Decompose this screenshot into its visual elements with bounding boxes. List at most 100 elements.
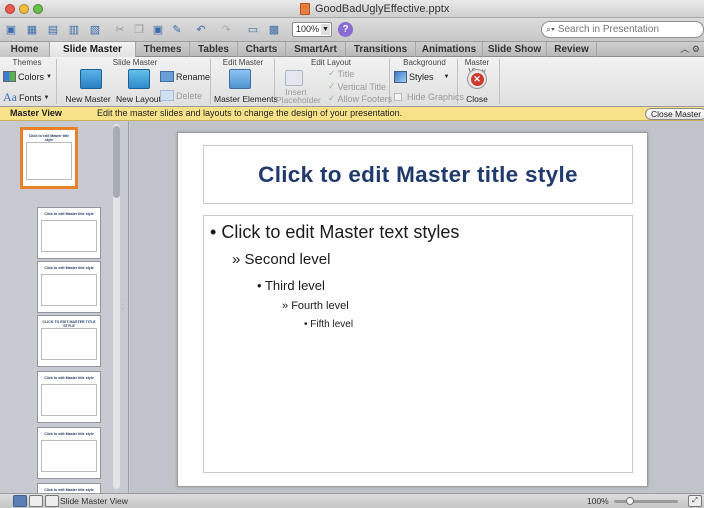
thumbnail-title: Click to edit Master title style [44,488,94,492]
search-input[interactable] [557,24,688,35]
text-level-3-label: Third level [264,278,325,293]
title-checkbox-label: Title [337,68,355,79]
scrollbar-thumb[interactable] [113,126,120,198]
master-title-text: Click to edit Master title style [258,161,578,187]
zoom-select[interactable]: 100% ▼ [292,22,332,37]
text-level-2: » Second level [232,251,330,268]
pptx-file-icon [300,3,310,15]
zoom-slider[interactable] [614,497,678,505]
open-folder-icon[interactable]: ▤ [45,21,61,37]
bullet-dot-icon: • [304,319,308,330]
vertical-title-label: Vertical Title [337,81,387,92]
save-icon[interactable]: ▥ [66,21,82,37]
ribbon-collapse-icon[interactable]: ︿ ⚙ [680,42,700,57]
paste-icon[interactable]: ▣ [150,21,166,37]
status-bar: Slide Master View 100% ⤢ [0,493,704,508]
text-level-4-label: Fourth level [291,300,349,312]
delete-icon [160,90,174,101]
new-master-button[interactable]: New Master [59,94,117,104]
tab-themes[interactable]: Themes [136,42,190,57]
pane-resize-handle[interactable]: · · · [122,299,125,313]
tab-review[interactable]: Review [547,42,597,57]
cut-icon[interactable]: ✂ [112,21,128,37]
tab-tables[interactable]: Tables [190,42,238,57]
group-background-label: Background [403,58,446,67]
text-level-2-label: Second level [244,251,331,268]
slide-show-view-icon[interactable] [45,495,59,507]
chevron-down-icon: ▼ [321,24,330,35]
tab-smartart[interactable]: SmartArt [286,42,346,57]
layout-thumbnail[interactable]: Click to edit Master title style [37,261,101,313]
template-gallery-icon[interactable]: ▦ [24,21,40,37]
thumbnail-title: Click to edit Master title style [44,266,94,270]
layout-thumbnail[interactable]: CLICK TO EDIT MASTER TITLE STYLE [37,315,101,367]
allow-footers-checkbox[interactable]: ✓ Allow Footers [328,93,392,104]
master-elements-icon[interactable] [229,69,251,89]
text-level-1-label: Click to edit Master text styles [221,222,460,242]
document-title: GoodBadUglyEffective.pptx [300,2,449,16]
help-icon[interactable]: ? [338,22,353,37]
fit-to-window-icon[interactable]: ⤢ [688,495,702,507]
tab-home[interactable]: Home [0,42,50,57]
layout-thumbnail[interactable]: Click to edit Master title style [37,207,101,259]
colors-button[interactable]: Colors ▼ [3,71,52,82]
body-placeholder[interactable]: • Click to edit Master text styles » Sec… [203,215,633,473]
close-button[interactable]: Close [462,94,492,104]
media-browser-icon[interactable]: ▩ [266,21,282,37]
vertical-title-checkbox[interactable]: ✓ Vertical Title [328,81,386,92]
new-master-icon[interactable] [80,69,102,89]
rename-button[interactable]: Rename [160,71,210,82]
layout-thumbnail[interactable]: Click to edit Master title style [37,371,101,423]
checkbox-box [394,93,402,101]
chevron-down-icon: ▼ [443,74,450,80]
thumbnail-scrollbar[interactable] [113,124,120,489]
window-zoom-button[interactable] [33,4,43,14]
tab-animations[interactable]: Animations [416,42,483,57]
close-master-icon[interactable]: ✕ [467,69,487,89]
insert-placeholder-icon[interactable] [285,70,303,86]
slide-sorter-view-icon[interactable] [29,495,43,507]
format-painter-icon[interactable]: ✎ [169,21,185,37]
ribbon: Themes Slide Master Edit Master Edit Lay… [0,57,704,107]
title-placeholder[interactable]: Click to edit Master title style [203,145,633,204]
bullet-chevron-icon: » [282,300,289,312]
title-checkbox[interactable]: ✓ Title [328,68,354,79]
tab-transitions[interactable]: Transitions [346,42,416,57]
new-slide-icon[interactable]: ▣ [3,21,19,37]
new-layout-button[interactable]: New Layout [116,94,161,104]
window-minimize-button[interactable] [19,4,29,14]
tab-slide-master[interactable]: Slide Master [50,42,136,57]
normal-view-icon[interactable] [13,495,27,507]
zoom-slider-knob[interactable] [626,497,634,505]
new-layout-icon[interactable] [128,69,150,89]
master-slide-canvas[interactable]: Click to edit Master title style • Click… [177,132,648,487]
document-title-text: GoodBadUglyEffective.pptx [315,3,450,15]
tab-slide-show[interactable]: Slide Show [483,42,547,57]
slide-sorter-icon[interactable]: ▭ [245,21,261,37]
text-level-4: » Fourth level [282,300,349,312]
bullet-chevron-icon: » [232,251,241,268]
insert-placeholder-button[interactable]: Insert Placeholder [276,88,321,105]
status-zoom-value: 100% [587,496,609,506]
copy-icon[interactable]: ❐ [131,21,147,37]
master-view-label: Master View [10,108,62,118]
search-field[interactable]: ⌕▾ [541,21,704,38]
print-icon[interactable]: ▧ [87,21,103,37]
redo-icon[interactable]: ↷ [218,21,234,37]
close-master-button[interactable]: Close Master [645,108,704,120]
master-elements-button[interactable]: Master Elements [214,94,278,104]
layout-thumbnail[interactable]: Click to edit Master title style [37,427,101,479]
window-close-button[interactable] [5,4,15,14]
thumbnail-title: Click to edit Master title style [44,376,94,380]
master-thumbnail[interactable]: Click to edit Master title style [20,127,78,189]
undo-icon[interactable]: ↶ [193,21,209,37]
fonts-button[interactable]: Aa Fonts ▼ [3,90,49,105]
chevron-down-icon: ▼ [46,73,52,80]
delete-button[interactable]: Delete [160,90,202,101]
thumbnail-body [41,220,97,252]
hide-graphics-checkbox[interactable]: Hide Graphics [394,92,464,102]
thumbnail-body [41,274,97,306]
styles-button[interactable]: Styles ▼ [394,71,449,83]
ribbon-divider [499,59,500,104]
tab-charts[interactable]: Charts [238,42,286,57]
